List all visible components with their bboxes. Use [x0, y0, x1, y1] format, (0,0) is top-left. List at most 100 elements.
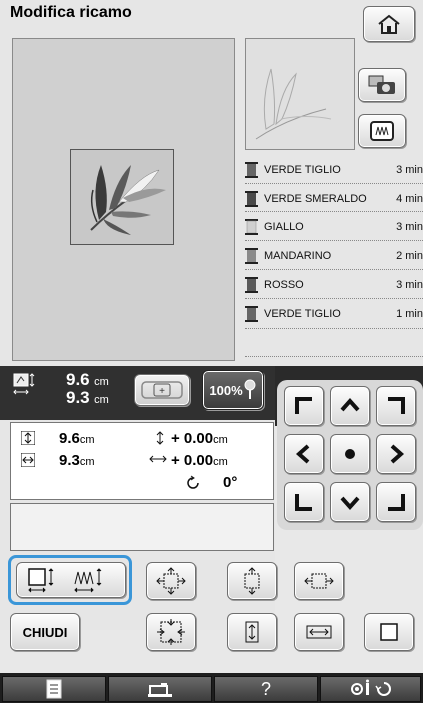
corner-down-left-icon	[295, 494, 312, 511]
enlarge-both-button[interactable]	[146, 562, 196, 600]
center-button[interactable]	[330, 434, 370, 474]
thread-name: MANDARINO	[264, 249, 332, 262]
vertical-offset-icon	[156, 431, 164, 445]
height-unit: cm	[79, 434, 95, 446]
thread-name: ROSSO	[264, 278, 304, 291]
close-button[interactable]: CHIUDI	[10, 613, 80, 651]
chevron-right-icon	[390, 444, 405, 464]
horizontal-offset-unit: cm	[213, 456, 228, 468]
summary-width-unit: cm	[94, 376, 109, 388]
reduce-both-button[interactable]	[146, 613, 196, 651]
embroidery-edit-screen: Modifica ricamo VERDE TIGLIO 3 min VERDE…	[0, 0, 423, 703]
sewing-machine-icon	[148, 683, 172, 697]
summary-height-unit: cm	[94, 394, 109, 406]
horizontal-offset-value: + 0.00	[171, 452, 214, 469]
square-icon	[380, 623, 398, 641]
height-value: 9.6	[59, 430, 80, 447]
expand-all-icon	[156, 567, 186, 595]
design-frame[interactable]	[70, 149, 174, 245]
width-value: 9.3	[59, 452, 80, 469]
vertical-offset-text: + 0.00cm	[171, 430, 228, 448]
frame-view-button[interactable]	[358, 114, 406, 148]
shrink-horizontal-icon	[306, 625, 332, 639]
thread-spool-icon	[245, 247, 258, 264]
page-title: Modifica ricamo	[10, 4, 132, 21]
thread-name: VERDE TIGLIO	[264, 307, 341, 320]
zoom-magnifier-icon	[244, 379, 256, 399]
list-item: VERDE TIGLIO 3 min	[245, 158, 423, 181]
list-item: MANDARINO 2 min	[245, 244, 423, 267]
thread-time: 4 min	[396, 192, 423, 205]
move-up-button[interactable]	[330, 386, 370, 426]
vertical-offset-value: + 0.00	[171, 430, 214, 447]
reduce-horizontal-button[interactable]	[294, 613, 344, 651]
rotation-value: 0°	[223, 474, 238, 491]
width-unit: cm	[79, 456, 95, 468]
list-item: VERDE SMERALDO 4 min	[245, 187, 423, 210]
leaf-design-icon	[90, 165, 166, 235]
thread-spool-icon	[245, 276, 258, 293]
move-up-right-button[interactable]	[376, 386, 416, 426]
corner-up-right-icon	[388, 397, 405, 414]
enlarge-vertical-button[interactable]	[227, 562, 277, 600]
thread-time: 2 min	[396, 249, 423, 262]
move-right-button[interactable]	[376, 434, 416, 474]
chevron-down-icon	[340, 496, 360, 511]
move-down-right-button[interactable]	[376, 482, 416, 522]
list-item: ROSSO 3 min	[245, 273, 423, 296]
shrink-all-icon	[157, 619, 185, 645]
zoom-level: 100%	[209, 382, 243, 398]
help-button[interactable]: ?	[214, 676, 318, 702]
sewing-machine-button[interactable]	[108, 676, 212, 702]
hoop-select-button[interactable]: +	[134, 374, 190, 406]
move-up-left-button[interactable]	[284, 386, 324, 426]
height-value-text: 9.6cm	[59, 430, 95, 448]
chevron-up-icon	[340, 397, 360, 412]
zoom-button[interactable]: 100%	[202, 370, 264, 410]
vertical-offset-unit: cm	[213, 434, 228, 446]
document-button[interactable]	[2, 676, 106, 702]
reset-size-button[interactable]	[364, 613, 414, 651]
design-thumbnail	[245, 38, 355, 150]
size-summary-bar: 9.6 cm 9.3 cm + 100%	[0, 366, 275, 420]
thread-name: VERDE TIGLIO	[264, 163, 341, 176]
embroidery-preview	[12, 38, 235, 361]
thread-time: 1 min	[396, 307, 423, 320]
thread-spool-icon	[245, 305, 258, 322]
width-arrow-icon	[21, 453, 35, 467]
home-icon	[378, 14, 400, 34]
enlarge-horizontal-button[interactable]	[294, 562, 344, 600]
thread-time: 3 min	[396, 163, 423, 176]
thread-spool-icon	[245, 218, 258, 235]
move-down-left-button[interactable]	[284, 482, 324, 522]
width-value-text: 9.3cm	[59, 452, 95, 470]
expand-horizontal-icon	[304, 573, 334, 589]
settings-icon	[350, 679, 391, 696]
home-button[interactable]	[363, 6, 415, 42]
height-arrow-icon	[21, 431, 35, 445]
camera-scan-button[interactable]	[358, 68, 406, 102]
svg-text:+: +	[159, 386, 165, 397]
help-icon: ?	[260, 678, 271, 699]
corner-down-right-icon	[388, 494, 405, 511]
horizontal-offset-icon	[149, 455, 167, 463]
summary-width: 9.6	[66, 370, 90, 389]
expand-vertical-icon	[244, 567, 260, 595]
thread-time: 3 min	[396, 278, 423, 291]
size-toggle-button[interactable]	[16, 562, 126, 598]
thread-name: VERDE SMERALDO	[264, 192, 367, 205]
rotation-icon	[187, 475, 199, 489]
move-down-button[interactable]	[330, 482, 370, 522]
list-item: GIALLO 3 min	[245, 215, 423, 238]
camera-icon	[368, 75, 395, 94]
thread-spool-icon	[245, 190, 258, 207]
horizontal-offset-text: + 0.00cm	[171, 452, 228, 470]
resize-stitch-icon	[74, 568, 102, 593]
move-left-button[interactable]	[284, 434, 324, 474]
reduce-vertical-button[interactable]	[227, 613, 277, 651]
thumbnail-leaf-icon	[255, 68, 332, 140]
shrink-vertical-icon	[245, 621, 259, 643]
document-icon	[46, 679, 62, 699]
settings-button[interactable]	[320, 676, 421, 702]
thread-name: GIALLO	[264, 220, 304, 233]
